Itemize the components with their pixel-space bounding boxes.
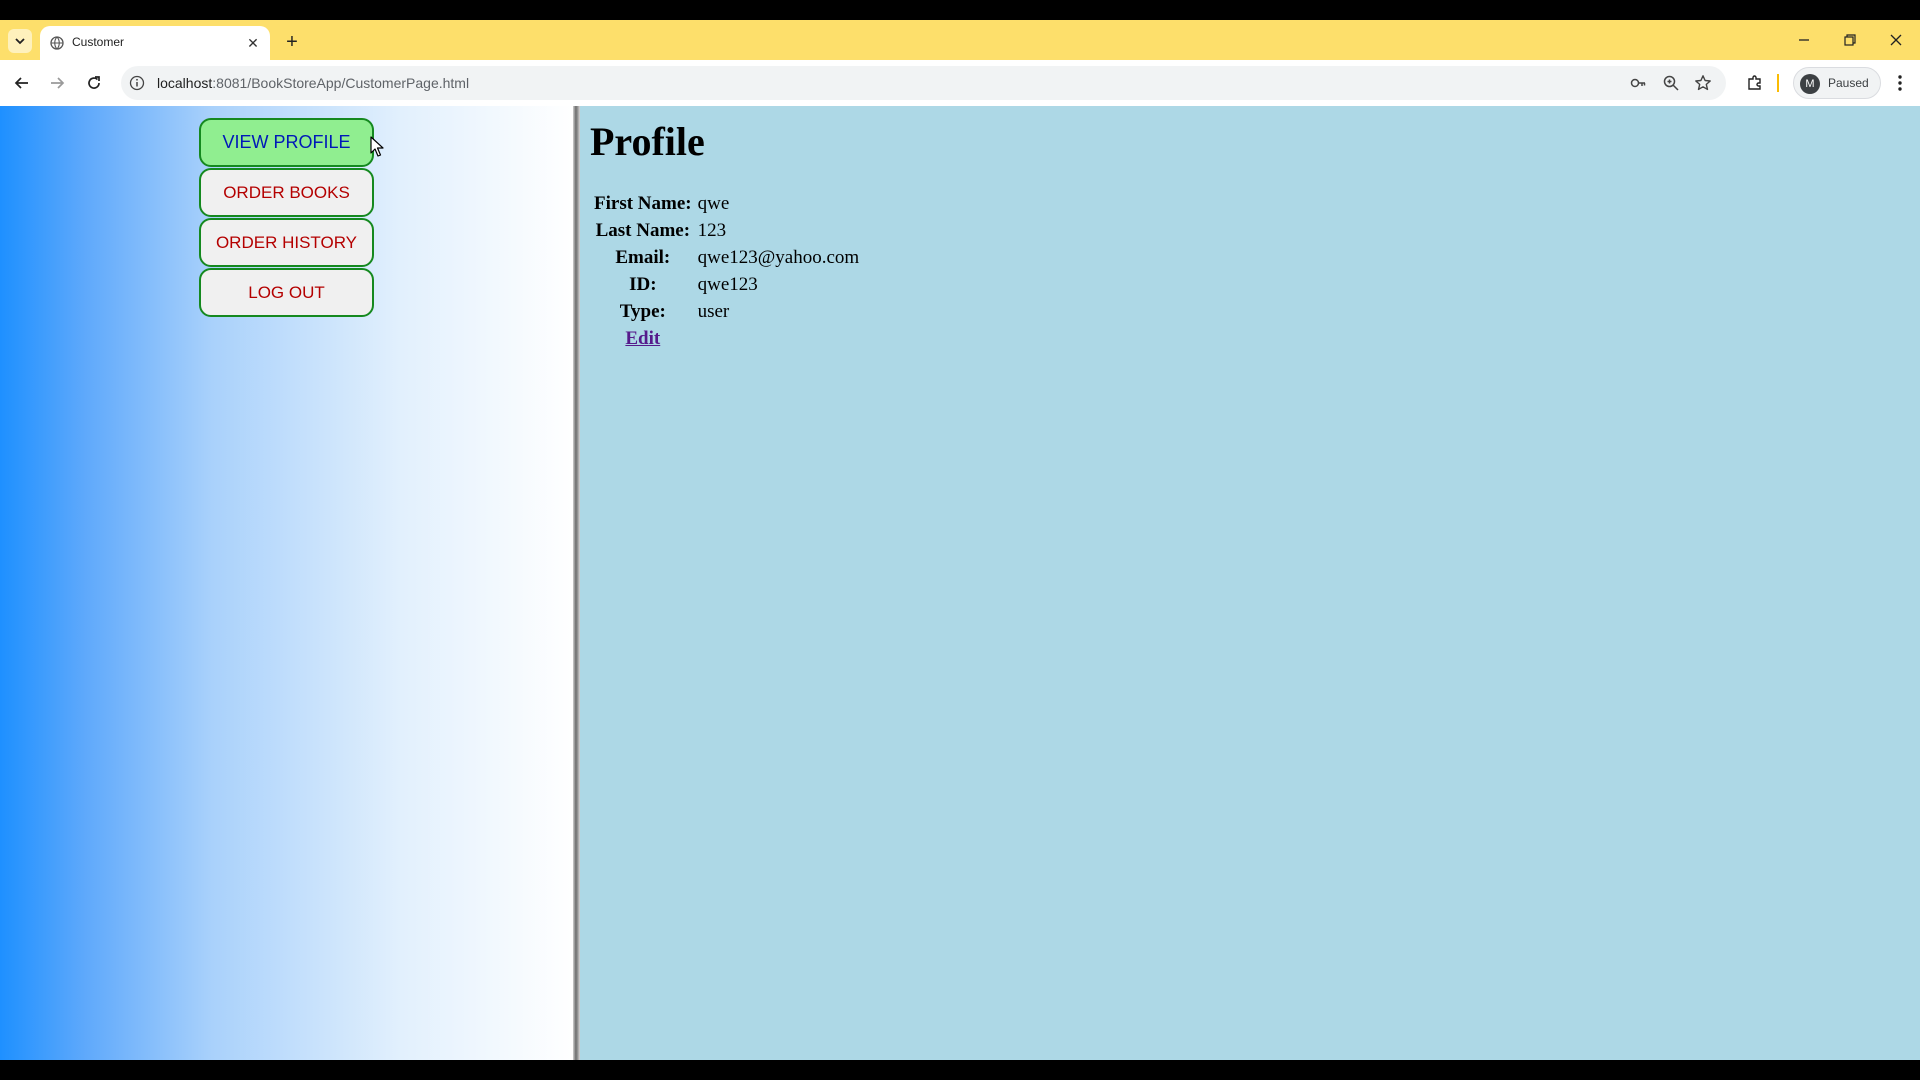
password-key-icon[interactable]: [1629, 74, 1647, 92]
site-info-icon[interactable]: [129, 75, 145, 91]
browser-chrome: Customer ✕ + localhost:8081/BookStoreApp…: [0, 20, 1920, 106]
email-label: Email:: [615, 246, 671, 268]
url-host: localhost: [157, 75, 213, 91]
last-name-value: 123: [697, 219, 727, 241]
address-bar[interactable]: localhost:8081/BookStoreApp/CustomerPage…: [121, 66, 1726, 100]
browser-toolbar: localhost:8081/BookStoreApp/CustomerPage…: [0, 60, 1920, 106]
screen-top-bar: [0, 0, 1920, 20]
table-row: First Name: qwe: [592, 190, 861, 217]
reload-icon[interactable]: [82, 71, 106, 95]
minimize-icon[interactable]: [1790, 28, 1818, 52]
empty-cell: [696, 325, 862, 352]
profile-frame: Profile First Name: qwe Last Name: 123 E…: [580, 106, 1920, 1060]
screen-bottom-bar: [0, 1060, 1920, 1080]
edit-cell: Edit: [592, 325, 696, 352]
mouse-cursor-icon: [370, 136, 384, 157]
email-value: qwe123@yahoo.com: [697, 246, 860, 268]
table-row: Type: user: [592, 298, 861, 325]
tab-search-button[interactable]: [8, 29, 32, 53]
view-profile-button[interactable]: VIEW PROFILE: [199, 118, 374, 167]
bookmark-star-icon[interactable]: [1694, 74, 1712, 92]
table-row: ID: qwe123: [592, 271, 861, 298]
edit-row: Edit: [592, 325, 861, 352]
zoom-icon[interactable]: [1662, 74, 1680, 92]
frame-divider[interactable]: [573, 106, 580, 1060]
page-viewport: VIEW PROFILE ORDER BOOKS ORDER HISTORY L…: [0, 106, 1920, 1060]
page-title: Profile: [590, 119, 705, 164]
profile-table: First Name: qwe Last Name: 123 Email: qw…: [592, 190, 861, 352]
profile-button[interactable]: M Paused: [1793, 67, 1881, 99]
kebab-menu-icon[interactable]: [1888, 71, 1912, 95]
tab-title: Customer: [72, 35, 125, 49]
order-history-button[interactable]: ORDER HISTORY: [199, 218, 374, 267]
back-icon[interactable]: [10, 71, 34, 95]
edit-link[interactable]: Edit: [625, 328, 660, 349]
order-books-button[interactable]: ORDER BOOKS: [199, 168, 374, 217]
log-out-button[interactable]: LOG OUT: [199, 268, 374, 317]
type-value: user: [697, 300, 730, 322]
avatar: M: [1800, 74, 1820, 94]
first-name-value: qwe: [697, 192, 730, 214]
last-name-label: Last Name:: [595, 219, 691, 241]
url-path: :8081/BookStoreApp/CustomerPage.html: [212, 75, 470, 91]
new-tab-icon[interactable]: +: [280, 30, 304, 54]
sidebar-menu: VIEW PROFILE ORDER BOOKS ORDER HISTORY L…: [199, 118, 374, 318]
close-tab-icon[interactable]: ✕: [244, 34, 262, 52]
url-text: localhost:8081/BookStoreApp/CustomerPage…: [157, 75, 469, 91]
id-value: qwe123: [697, 273, 758, 295]
extensions-icon[interactable]: [1743, 71, 1767, 95]
chevron-down-icon: [15, 38, 25, 45]
id-label: ID:: [629, 273, 657, 295]
restore-icon[interactable]: [1836, 28, 1864, 52]
profile-status: Paused: [1828, 76, 1869, 90]
tab-strip: Customer ✕ +: [0, 20, 1920, 60]
globe-icon: [50, 36, 64, 50]
type-label: Type:: [619, 300, 666, 322]
sidebar-frame: VIEW PROFILE ORDER BOOKS ORDER HISTORY L…: [0, 106, 573, 1060]
forward-icon[interactable]: [45, 71, 69, 95]
toolbar-divider: [1777, 74, 1779, 92]
first-name-label: First Name:: [594, 192, 692, 214]
tab-customer[interactable]: Customer ✕: [40, 26, 270, 60]
close-window-icon[interactable]: [1882, 28, 1910, 52]
table-row: Email: qwe123@yahoo.com: [592, 244, 861, 271]
table-row: Last Name: 123: [592, 217, 861, 244]
